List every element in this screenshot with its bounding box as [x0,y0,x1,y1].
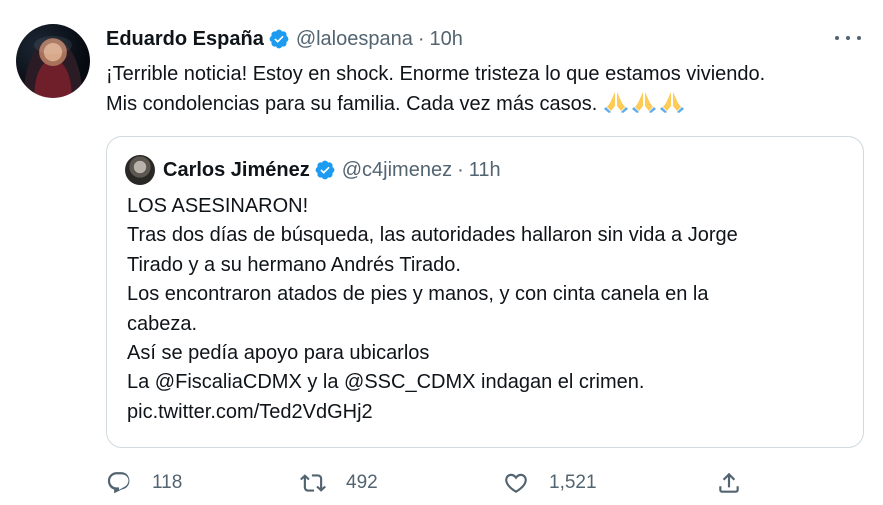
quoted-tweet-text: LOS ASESINARON! Tras dos días de búsqued… [127,192,847,427]
quoted-text-line: pic.twitter.com/Ted2VdGHj2 [127,400,373,423]
author-name[interactable]: Eduardo España [106,28,264,51]
reply-icon [107,472,130,494]
share-icon [719,472,739,493]
retweet-count: 492 [346,472,378,493]
tweet-text-line-2: Mis condolencias para su familia. Cada v… [106,89,866,122]
retweet-icon [300,474,326,492]
quoted-tweet-header: Carlos Jiménez @c4jimenez · 11h [163,156,501,184]
header-separator: · [417,27,425,50]
tweet-actions: 118 492 1,521 [106,466,846,500]
quoted-text-line: Los encontraron atados de pies y manos, … [127,283,709,306]
folded-hands-emoji-icon [603,89,687,122]
quoted-text-line: Así se pedía apoyo para ubicarlos [127,342,430,365]
quoted-author-handle[interactable]: @c4jimenez [342,159,452,182]
author-handle[interactable]: @laloespana [296,28,413,51]
share-button[interactable] [716,466,742,500]
heart-icon [505,473,527,493]
more-options-icon[interactable] [835,28,861,48]
tweet: Eduardo España @laloespana · 10h ¡Terrib… [0,0,883,505]
quoted-tweet-timestamp[interactable]: 11h [469,159,501,182]
like-button[interactable]: 1,521 [503,466,597,500]
reply-button[interactable]: 118 [106,466,182,500]
quoted-author-name[interactable]: Carlos Jiménez [163,159,310,182]
quoted-text-line: LOS ASESINARON! [127,195,309,217]
tweet-text-line: Mis condolencias para su familia. Cada v… [106,93,598,115]
tweet-timestamp[interactable]: 10h [430,28,463,51]
like-count: 1,521 [549,472,597,493]
author-avatar[interactable] [16,24,90,98]
quoted-text-line: Tras dos días de búsqueda, las autoridad… [127,224,738,247]
verified-badge-icon [269,29,289,49]
quoted-header-separator: · [457,158,464,181]
tweet-text-line: ¡Terrible noticia! Estoy en shock. Enorm… [106,63,766,85]
quoted-text-line: cabeza. [127,312,198,335]
quoted-text-line: La @FiscaliaCDMX y la @SSC_CDMX indagan … [127,371,645,394]
quoted-author-avatar[interactable] [125,155,155,185]
quoted-text-line: Tirado y a su hermano Andrés Tirado. [127,253,461,276]
verified-badge-icon [315,160,335,180]
reply-count: 118 [152,472,183,493]
quoted-tweet[interactable]: Carlos Jiménez @c4jimenez · 11h LOS ASES… [106,136,864,448]
retweet-button[interactable]: 492 [300,466,378,500]
tweet-header: Eduardo España @laloespana · 10h [106,26,463,52]
tweet-text: ¡Terrible noticia! Estoy en shock. Enorm… [106,60,866,122]
